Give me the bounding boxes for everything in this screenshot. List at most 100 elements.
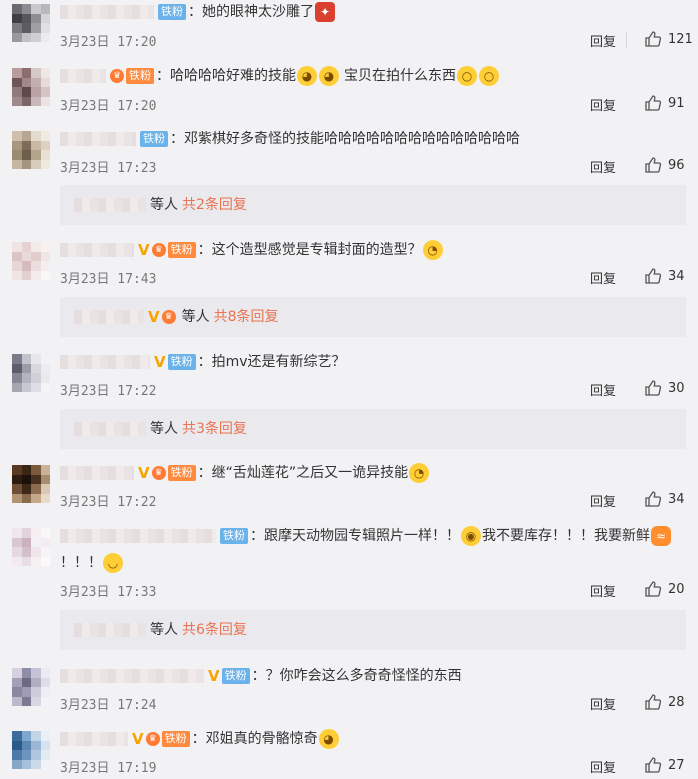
reply-button[interactable]: 回复 bbox=[590, 268, 616, 287]
reply-button[interactable]: 回复 bbox=[590, 491, 616, 510]
like-button[interactable]: 96 bbox=[644, 156, 685, 174]
thumbs-up-icon bbox=[645, 581, 662, 597]
sub-replies-box[interactable]: 等人 共3条回复 bbox=[60, 409, 686, 449]
like-button[interactable]: 34 bbox=[644, 490, 685, 508]
sub-replies-box[interactable]: V ♛ 等人 共8条回复 bbox=[60, 297, 686, 337]
comment-item: 铁粉 ： 邓紫棋好多奇怪的技能哈哈哈哈哈哈哈哈哈哈哈哈哈哈 3月23日 17:2… bbox=[0, 127, 698, 227]
thumbs-up-icon bbox=[645, 380, 662, 396]
fan-badge: 铁粉 bbox=[167, 242, 196, 258]
comment-text: 邓紫棋好多奇怪的技能哈哈哈哈哈哈哈哈哈哈哈哈哈哈 bbox=[184, 131, 520, 147]
comment-date: 3月23日 17:33 bbox=[60, 585, 157, 600]
avatar[interactable] bbox=[12, 242, 50, 280]
avatar[interactable] bbox=[12, 4, 50, 42]
like-count: 20 bbox=[668, 581, 685, 597]
colon: ： bbox=[197, 242, 212, 258]
username[interactable] bbox=[60, 69, 106, 83]
username[interactable] bbox=[60, 132, 136, 146]
comment-date: 3月23日 17:22 bbox=[60, 384, 157, 399]
like-button[interactable]: 27 bbox=[644, 756, 685, 774]
reply-button[interactable]: 回复 bbox=[590, 157, 616, 176]
like-count: 30 bbox=[668, 380, 685, 396]
reply-button[interactable]: 回复 bbox=[590, 581, 616, 600]
like-button[interactable]: 20 bbox=[644, 580, 685, 598]
reply-username[interactable] bbox=[74, 310, 144, 324]
username[interactable] bbox=[60, 529, 216, 543]
thumbs-up-icon bbox=[645, 157, 662, 173]
reply-button[interactable]: 回复 bbox=[590, 31, 616, 50]
fan-badge: 铁粉 bbox=[167, 354, 196, 370]
like-button[interactable]: 121 bbox=[644, 30, 693, 48]
comment-text: 这个造型感觉是专辑封面的造型？ bbox=[211, 242, 422, 258]
sub-replies-suffix: 等人 bbox=[150, 197, 178, 213]
colon: ： bbox=[191, 731, 206, 747]
sub-replies-suffix: 等人 bbox=[150, 421, 178, 437]
reply-button[interactable]: 回复 bbox=[590, 380, 616, 399]
username[interactable] bbox=[60, 466, 134, 480]
reply-button[interactable]: 回复 bbox=[590, 757, 616, 776]
colon: ： bbox=[170, 131, 184, 147]
username[interactable] bbox=[60, 5, 154, 19]
fan-badge: 铁粉 bbox=[161, 731, 190, 747]
verified-v-icon: V bbox=[148, 308, 160, 326]
laughing-emoji-icon: ◕ bbox=[297, 66, 317, 86]
comment-text: 跟摩天动物园专辑照片一样！！ bbox=[264, 528, 460, 544]
avatar[interactable] bbox=[12, 731, 50, 769]
view-replies-link[interactable]: 共2条回复 bbox=[182, 185, 247, 225]
like-count: 28 bbox=[668, 694, 685, 710]
reply-username[interactable] bbox=[74, 422, 146, 436]
comment-date: 3月23日 17:24 bbox=[60, 698, 157, 713]
view-replies-link[interactable]: 共3条回复 bbox=[182, 409, 247, 449]
blush-emoji-icon: ◡ bbox=[103, 553, 123, 573]
sub-replies-box[interactable]: 等人 共2条回复 bbox=[60, 185, 686, 225]
comment-item: V ♛ 铁粉 ： 邓姐真的骨骼惊奇 ◕ 3月23日 17:19 回复 27 bbox=[0, 727, 698, 779]
like-button[interactable]: 91 bbox=[644, 94, 685, 112]
avatar[interactable] bbox=[12, 131, 50, 169]
comment-text: 拍mv还是有新综艺？ bbox=[211, 354, 346, 370]
username[interactable] bbox=[60, 355, 150, 369]
reply-button[interactable]: 回复 bbox=[590, 95, 616, 114]
comment-text: 她的眼神太沙雕了 bbox=[202, 4, 314, 20]
comment-date: 3月23日 17:43 bbox=[60, 272, 157, 287]
comment-text: 继“舌灿莲花”之后又一诡异技能 bbox=[211, 465, 409, 481]
verified-v-icon: V bbox=[138, 464, 150, 482]
reply-button[interactable]: 回复 bbox=[590, 694, 616, 713]
username[interactable] bbox=[60, 243, 134, 257]
comment-item: 铁粉 ： 跟摩天动物园专辑照片一样！！ ◉ 我不要库存！！！我要新鲜 ≈ ！！！… bbox=[0, 524, 698, 652]
username[interactable] bbox=[60, 732, 128, 746]
comment-date: 3月23日 17:22 bbox=[60, 495, 157, 510]
avatar[interactable] bbox=[12, 668, 50, 706]
sub-replies-box[interactable]: 等人 共6条回复 bbox=[60, 610, 686, 650]
like-count: 34 bbox=[668, 491, 685, 507]
fan-badge: 铁粉 bbox=[167, 465, 196, 481]
thumbs-up-icon bbox=[645, 95, 662, 111]
comment-list: 铁粉 ： 她的眼神太沙雕了 ✦ 3月23日 17:20 回复 121 ♛ 铁粉 … bbox=[0, 0, 698, 779]
like-button[interactable]: 28 bbox=[644, 693, 685, 711]
thumbs-up-icon bbox=[645, 31, 662, 47]
comment-date: 3月23日 17:23 bbox=[60, 161, 157, 176]
reply-username[interactable] bbox=[74, 198, 146, 212]
like-button[interactable]: 30 bbox=[644, 379, 685, 397]
thumbs-up-icon bbox=[645, 268, 662, 284]
username[interactable] bbox=[60, 669, 204, 683]
comment-item: V ♛ 铁粉 ： 这个造型感觉是专辑封面的造型？ ◔ 3月23日 17:43 回… bbox=[0, 238, 698, 340]
sub-replies-suffix: 等人 bbox=[150, 622, 178, 638]
crying-emoji-icon: ◉ bbox=[461, 526, 481, 546]
laughing-emoji-icon: ◕ bbox=[318, 729, 339, 749]
comment-text-continued: ！！！ bbox=[60, 555, 102, 571]
medal-icon: ♛ bbox=[161, 310, 176, 324]
medal-icon: ♛ bbox=[151, 243, 166, 257]
avatar[interactable] bbox=[12, 528, 50, 566]
comment-item: V 铁粉 ： 拍mv还是有新综艺？ 3月23日 17:22 回复 30 等人 共… bbox=[0, 350, 698, 452]
avatar[interactable] bbox=[12, 354, 50, 392]
like-button[interactable]: 34 bbox=[644, 267, 685, 285]
avatar[interactable] bbox=[12, 68, 50, 106]
avatar[interactable] bbox=[12, 465, 50, 503]
like-count: 91 bbox=[668, 95, 685, 111]
comment-text-continued: 我不要库存！！！我要新鲜 bbox=[482, 528, 650, 544]
view-replies-link[interactable]: 共6条回复 bbox=[182, 610, 247, 650]
like-count: 27 bbox=[668, 757, 685, 773]
view-replies-link[interactable]: 共8条回复 bbox=[214, 297, 279, 337]
reply-username[interactable] bbox=[74, 623, 146, 637]
verified-v-icon: V bbox=[138, 241, 150, 259]
comment-item: V ♛ 铁粉 ： 继“舌灿莲花”之后又一诡异技能 ◔ 3月23日 17:22 回… bbox=[0, 461, 698, 517]
